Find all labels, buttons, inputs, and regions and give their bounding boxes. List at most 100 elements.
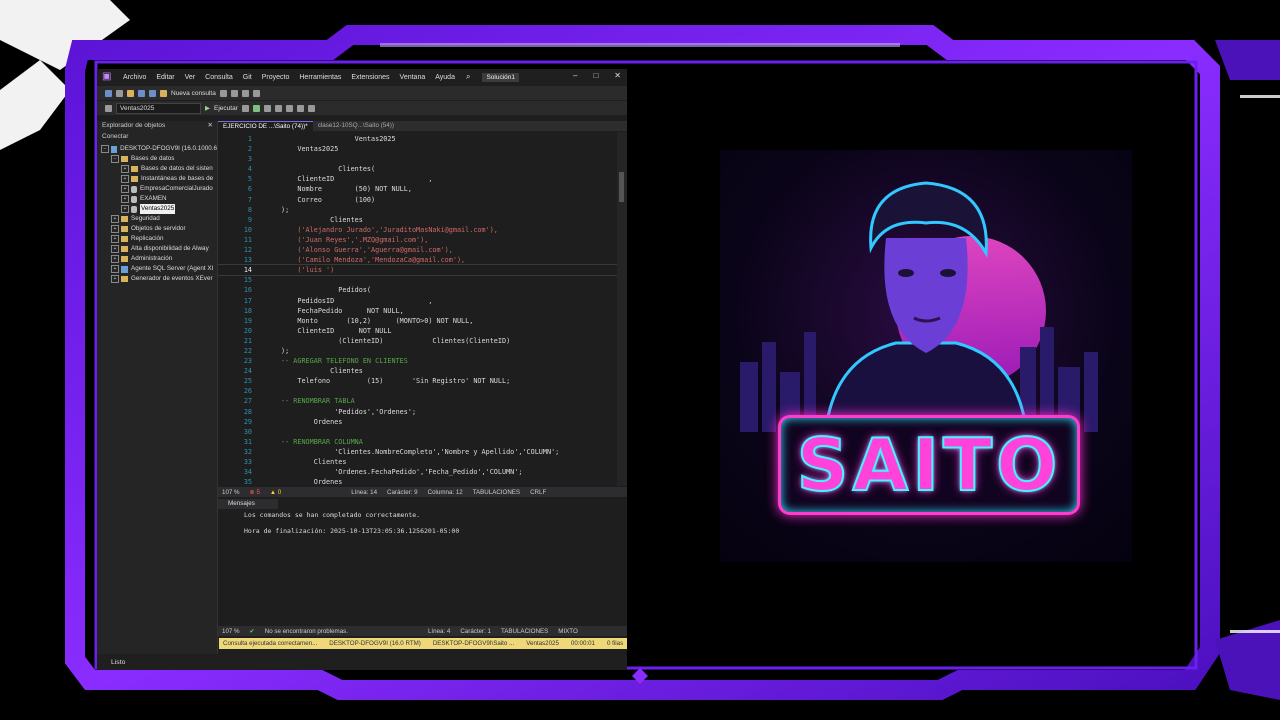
tree-node[interactable]: + EXAMEN: [97, 194, 217, 204]
tab-clase12[interactable]: clase12-10SQ...\Saito (54)): [313, 121, 399, 131]
code-line[interactable]: 16 Pedidos(: [218, 285, 627, 295]
stop-icon[interactable]: [241, 104, 249, 112]
database-select[interactable]: Ventas2025: [116, 102, 201, 114]
back-icon[interactable]: [105, 89, 112, 97]
zoom-level[interactable]: 107 %: [222, 489, 240, 496]
code-line[interactable]: 32 'Clientes.NombreCompleto','Nombre y A…: [218, 447, 627, 457]
forward-icon[interactable]: [116, 89, 123, 97]
open-file-icon[interactable]: [127, 89, 134, 97]
code-line[interactable]: 5 ClienteID ,: [218, 174, 627, 184]
tree-node[interactable]: + Seguridad: [97, 214, 217, 224]
warning-count[interactable]: ▲ 0: [270, 489, 281, 496]
save-all-icon[interactable]: [149, 89, 156, 97]
expand-icon[interactable]: +: [111, 215, 119, 223]
menu-herramientas[interactable]: Herramientas: [299, 74, 341, 81]
editor-scrollbar[interactable]: [617, 132, 627, 486]
code-line[interactable]: 30: [218, 427, 627, 437]
expand-icon[interactable]: +: [111, 255, 119, 263]
expand-icon[interactable]: +: [121, 195, 129, 203]
tree-node-selected[interactable]: + Ventas2025: [97, 204, 217, 214]
code-line[interactable]: 25 Telefono (15) 'Sin Registro' NOT NULL…: [218, 376, 627, 386]
code-line[interactable]: 19 Monto (10,2) (MONTO>0) NOT NULL,: [218, 316, 627, 326]
code-line[interactable]: 18 FechaPedido NOT NULL,: [218, 306, 627, 316]
menu-ventana[interactable]: Ventana: [400, 74, 426, 81]
close-icon[interactable]: ✕: [614, 71, 621, 80]
toolbar-icon[interactable]: [307, 104, 315, 112]
tree-node[interactable]: + Instantáneas de bases de: [97, 174, 217, 184]
new-query-icon[interactable]: [160, 89, 167, 97]
tree-node[interactable]: + Bases de datos del sisten: [97, 164, 217, 174]
connect-button[interactable]: Conectar: [102, 133, 128, 140]
close-icon[interactable]: ✕: [208, 121, 213, 131]
expand-icon[interactable]: +: [121, 175, 129, 183]
tree-node[interactable]: + Generador de eventos XEver: [97, 274, 217, 284]
query-editor[interactable]: 1 Ventas2025 2 Ventas2025 3 4 Clientes(5 Cl…: [218, 132, 627, 486]
menu-git[interactable]: Git: [243, 74, 252, 81]
tree-node[interactable]: + Administración: [97, 254, 217, 264]
code-line[interactable]: 26: [218, 386, 627, 396]
code-line[interactable]: 17 PedidosID ,: [218, 296, 627, 306]
zoom-level[interactable]: 107 %: [222, 628, 240, 635]
code-line[interactable]: 3: [218, 154, 627, 164]
expand-icon[interactable]: +: [111, 235, 119, 243]
code-line[interactable]: 20 ClienteID NOT NULL: [218, 326, 627, 336]
menu-extensiones[interactable]: Extensiones: [351, 74, 389, 81]
tree-node[interactable]: + Alta disponibilidad de Alway: [97, 244, 217, 254]
code-line[interactable]: 10 ('Alejandro Jurado','JuraditoMasNaki@…: [218, 225, 627, 235]
expand-icon[interactable]: +: [111, 265, 119, 273]
code-line[interactable]: 13 ('Camilo Mendoza','MendozaCa@gmail.co…: [218, 255, 627, 265]
scrollbar-thumb[interactable]: [619, 172, 624, 202]
execute-icon[interactable]: ▶: [205, 104, 210, 112]
code-line[interactable]: 12 ('Alonso Guerra','Aguerra@gmail.com')…: [218, 245, 627, 255]
menu-proyecto[interactable]: Proyecto: [262, 74, 290, 81]
code-line[interactable]: 24 Clientes: [218, 366, 627, 376]
code-line[interactable]: 35 Ordenes: [218, 477, 627, 486]
minimize-icon[interactable]: –: [573, 71, 577, 80]
code-line[interactable]: 33 Clientes: [218, 457, 627, 467]
tab-ejercicio[interactable]: EJERCICIO DE ...\Saito (74))*: [218, 120, 313, 132]
save-icon[interactable]: [138, 89, 145, 97]
parse-icon[interactable]: [252, 104, 260, 112]
menu-ayuda[interactable]: Ayuda: [435, 74, 455, 81]
tree-node-server[interactable]: − DESKTOP-DFOGV9I (16.0.1000.6: [97, 144, 217, 154]
execute-button[interactable]: Ejecutar: [214, 105, 238, 112]
code-line[interactable]: 28 'Pedidos','Ordenes';: [218, 407, 627, 417]
expand-icon[interactable]: +: [121, 205, 129, 213]
collapse-icon[interactable]: −: [111, 155, 119, 163]
menu-archivo[interactable]: Archivo: [123, 74, 146, 81]
toolbar-icon[interactable]: [296, 104, 304, 112]
error-count[interactable]: ⊗ 5: [250, 489, 260, 496]
search-icon[interactable]: ⌕: [466, 72, 470, 82]
menu-ver[interactable]: Ver: [185, 74, 196, 81]
redo-icon[interactable]: [252, 89, 260, 97]
code-line[interactable]: 15: [218, 275, 627, 285]
tree-node[interactable]: + Objetos de servidor: [97, 224, 217, 234]
collapse-icon[interactable]: −: [101, 145, 109, 153]
code-line[interactable]: 21 (ClienteID) Clientes(ClienteID): [218, 336, 627, 346]
toolbar-icon[interactable]: [105, 104, 112, 112]
maximize-icon[interactable]: □: [593, 71, 598, 80]
code-line[interactable]: 4 Clientes(: [218, 164, 627, 174]
tree-node[interactable]: + Replicación: [97, 234, 217, 244]
code-line[interactable]: 14 ('luis '): [218, 264, 627, 277]
toolbar-icon[interactable]: [274, 104, 282, 112]
code-line[interactable]: 27 -- RENOMBRAR TABLA: [218, 396, 627, 406]
code-line[interactable]: 2 Ventas2025: [218, 144, 627, 154]
code-line[interactable]: 9 Clientes: [218, 215, 627, 225]
toolbar-icon[interactable]: [285, 104, 293, 112]
tab-messages[interactable]: Mensajes: [218, 499, 278, 509]
code-line[interactable]: 34 'Ordenes.FechaPedido','Fecha_Pedido',…: [218, 467, 627, 477]
code-line[interactable]: 8);: [218, 205, 627, 215]
toolbar-icon[interactable]: [263, 104, 271, 112]
tree-node[interactable]: + Agente SQL Server (Agent XI: [97, 264, 217, 274]
expand-icon[interactable]: +: [121, 185, 129, 193]
code-line[interactable]: 23 -- AGREGAR TELEFONO EN CLIENTES: [218, 356, 627, 366]
code-line[interactable]: 11 ('Juan Reyes','.MZQ@gmail.com'),: [218, 235, 627, 245]
code-line[interactable]: 1 Ventas2025: [218, 134, 627, 144]
code-line[interactable]: 22);: [218, 346, 627, 356]
toolbar-icon[interactable]: [219, 89, 227, 97]
tree-node[interactable]: − Bases de datos: [97, 154, 217, 164]
code-line[interactable]: 31 -- RENOMBRAR COLUMNA: [218, 437, 627, 447]
expand-icon[interactable]: +: [111, 275, 119, 283]
undo-icon[interactable]: [241, 89, 249, 97]
